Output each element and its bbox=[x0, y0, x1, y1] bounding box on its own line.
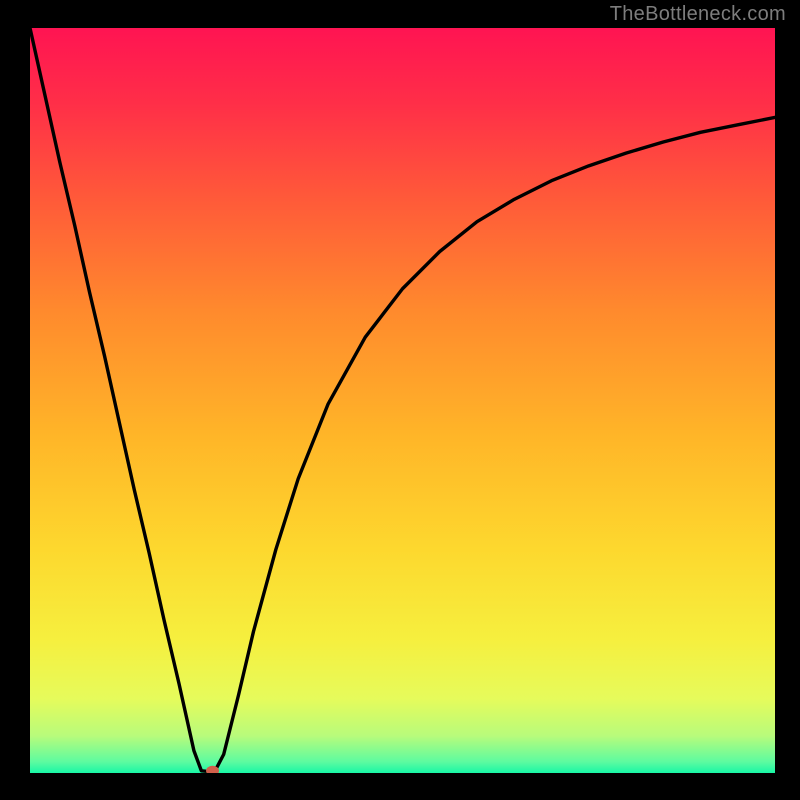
chart-frame: TheBottleneck.com bbox=[0, 0, 800, 800]
gradient-background bbox=[30, 28, 775, 773]
watermark-text: TheBottleneck.com bbox=[610, 3, 786, 26]
plot-area bbox=[30, 28, 775, 773]
chart-svg bbox=[30, 28, 775, 773]
